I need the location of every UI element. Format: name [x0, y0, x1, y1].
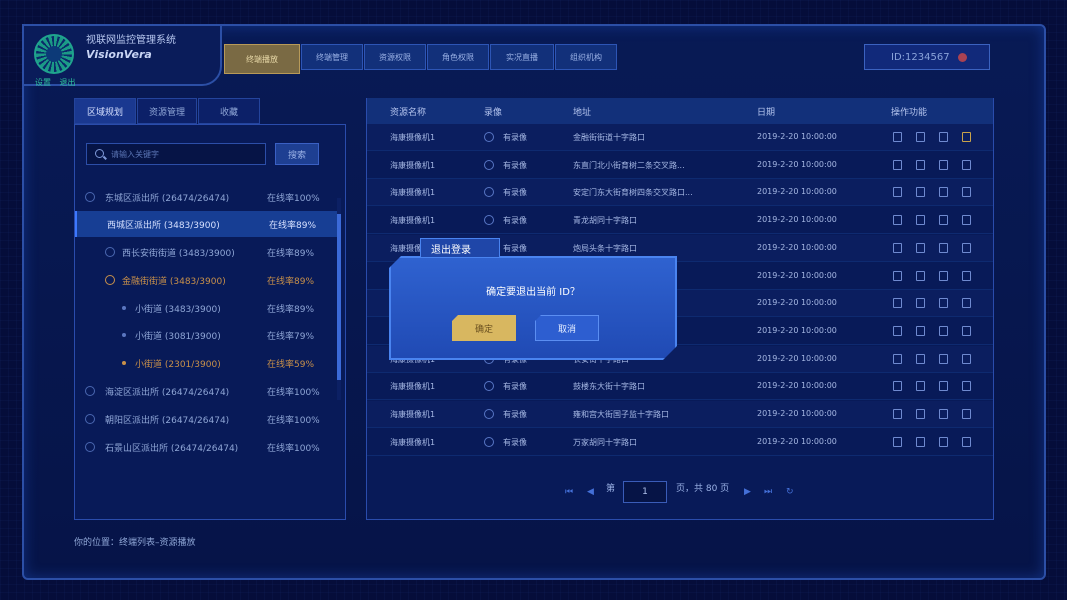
modal-overlay: 退出登录 确定要退出当前 ID？ 确定 取消 [0, 0, 1067, 600]
dialog-message: 确定要退出当前 ID？ [486, 287, 580, 298]
dialog-title: 退出登录 [420, 238, 500, 258]
logout-dialog [389, 256, 677, 360]
cancel-button[interactable]: 取消 [535, 315, 599, 341]
confirm-button[interactable]: 确定 [452, 315, 516, 341]
